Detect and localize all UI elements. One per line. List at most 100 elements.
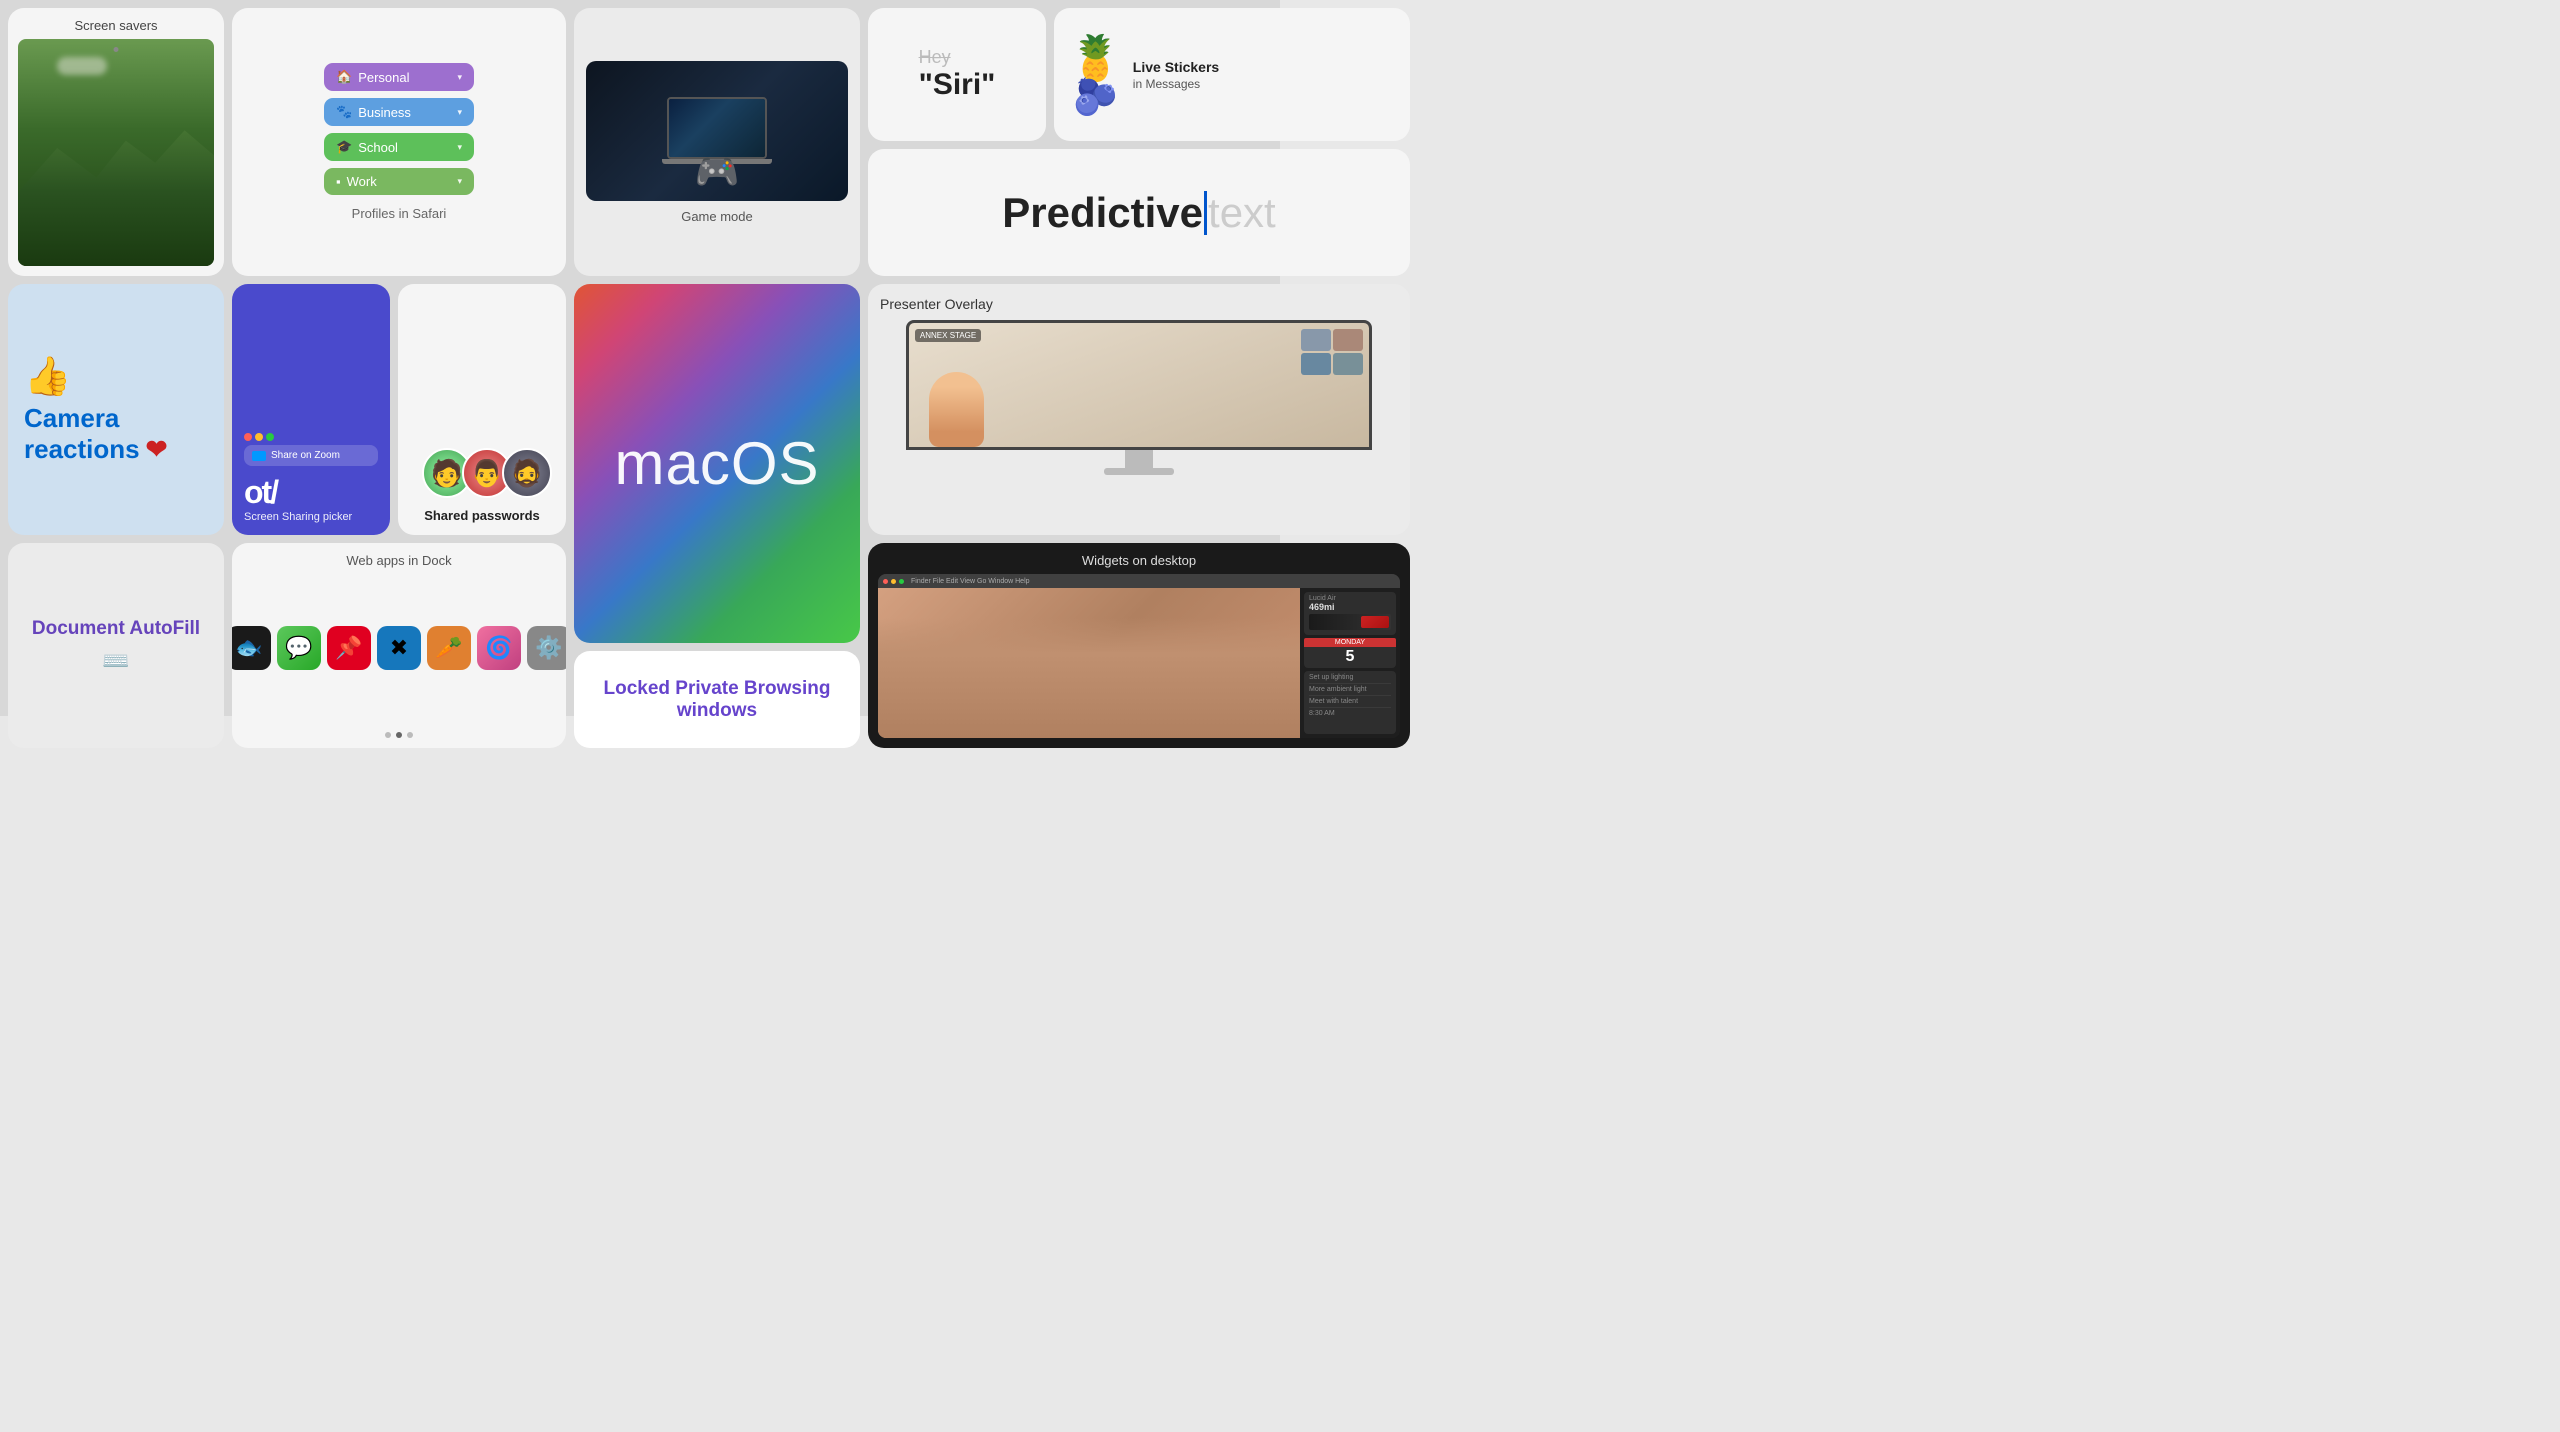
siri-card: Hey "Siri": [868, 8, 1046, 141]
presenter-content: ANNEX STAGE: [909, 323, 1369, 447]
calendar-month: MONDAY: [1304, 638, 1396, 647]
profile-work-btn[interactable]: ▪ Work ▾: [324, 168, 474, 195]
chevron-down-icon: ▾: [457, 72, 462, 83]
stickers-subtitle: in Messages: [1133, 77, 1219, 91]
autofill-icon: ⌨️: [102, 648, 129, 674]
widgets-preview: Finder File Edit View Go Window Help Luc…: [878, 574, 1400, 738]
profile-business-btn[interactable]: 🐾 Business ▾: [324, 98, 474, 126]
video-thumb-4: [1333, 353, 1363, 375]
presenter-overlay-card: Presenter Overlay ANNEX STAGE: [868, 284, 1410, 535]
notes-line1: Set up lighting: [1309, 674, 1391, 681]
chevron-down-icon: ▾: [457, 176, 462, 187]
notes-widget: Set up lighting More ambient light Meet …: [1304, 671, 1396, 734]
video-grid-thumbnails: [1301, 329, 1363, 375]
notes-time: 8:30 AM: [1309, 710, 1391, 717]
widgets-main-content: Lucid Air 469mi MONDAY 5 Set up lighting…: [878, 588, 1400, 738]
profile-personal-btn[interactable]: 🏠 Personal ▾: [324, 63, 474, 91]
profile-personal-label: Personal: [358, 70, 409, 85]
screensavers-card: Screen savers: [8, 8, 224, 276]
car-widget: Lucid Air 469mi: [1304, 592, 1396, 635]
reactions-title-line2: reactions ❤: [24, 434, 167, 465]
zoom-icon: [252, 451, 266, 461]
desktop-photo: [878, 588, 1300, 738]
predictive-card: Predictive text: [868, 149, 1410, 276]
monitor-base: [1104, 468, 1174, 475]
chevron-down-icon: ▾: [457, 142, 462, 153]
pinterest-icon: 📌: [327, 626, 371, 670]
presenter-screen: ANNEX STAGE: [906, 320, 1372, 450]
profile-personal-icon: 🏠: [336, 69, 352, 85]
minimize-button-icon: [891, 579, 896, 584]
close-button-icon: [883, 579, 888, 584]
finder-icon: 🐟: [232, 626, 271, 670]
duck-sticker: 🫐: [1073, 76, 1118, 118]
avatars-row: 🧑 👨 🧔: [422, 448, 542, 498]
car-image: [1361, 616, 1389, 628]
profile-work-label: Work: [347, 174, 377, 189]
widgets-card: Widgets on desktop Finder File Edit View…: [868, 543, 1410, 748]
profile-business-icon: 🐾: [336, 104, 352, 120]
gamepad-icon: 🎮: [695, 151, 740, 193]
video-thumb-2: [1333, 329, 1363, 351]
webapps-label: Web apps in Dock: [346, 553, 451, 568]
carrot-icon: 🥕: [427, 626, 471, 670]
locked-browsing-card: Locked Private Browsing windows: [574, 651, 860, 748]
reactions-title-line1: Camera: [24, 403, 119, 434]
siri-text-wrap: Hey "Siri": [919, 47, 996, 102]
screen-sharing-card: Share on Zoom ot/ Screen Sharing picker: [232, 284, 390, 535]
siri-name-text: "Siri": [919, 68, 996, 102]
gamemode-preview: 🎮: [586, 61, 848, 201]
reactions-card: 👍 Camera reactions ❤: [8, 284, 224, 535]
car-widget-title: Lucid Air: [1309, 595, 1391, 602]
carousel-dots: [385, 732, 413, 738]
photo-person: [878, 618, 1300, 738]
fullscreen-button-icon: [899, 579, 904, 584]
screensavers-title: Screen savers: [74, 18, 157, 33]
heart-icon: ❤: [146, 434, 168, 465]
stickers-card: 🍍 🫐 Live Stickers in Messages: [1054, 8, 1410, 141]
widgets-sidebar: Lucid Air 469mi MONDAY 5 Set up lighting…: [1300, 588, 1400, 738]
sharing-label: Screen Sharing picker: [244, 511, 352, 523]
gamemode-label: Game mode: [681, 209, 753, 224]
gamemode-card: 🎮 Game mode: [574, 8, 860, 276]
locked-browsing-text: Locked Private Browsing windows: [574, 678, 860, 722]
text-cursor: [1204, 191, 1207, 235]
profile-work-icon: ▪: [336, 174, 341, 189]
notes-line3: Meet with talent: [1309, 698, 1391, 705]
video-thumb-1: [1301, 329, 1331, 351]
dot-3: [407, 732, 413, 738]
thumbs-up-icon: 👍: [24, 355, 71, 399]
dot-2-active: [396, 732, 402, 738]
stickers-label-wrap: Live Stickers in Messages: [1133, 59, 1219, 91]
sticker-emojis: 🍍 🫐: [1068, 32, 1123, 118]
messages-icon: 💬: [277, 626, 321, 670]
profiles-card: 🏠 Personal ▾ 🐾 Business ▾ 🎓 School ▾ ▪ W…: [232, 8, 566, 276]
annex-stage-badge: ANNEX STAGE: [915, 329, 981, 342]
profile-school-btn[interactable]: 🎓 School ▾: [324, 133, 474, 161]
dot-1: [385, 732, 391, 738]
predictive-text-display: Predictive text: [1002, 189, 1275, 237]
minimize-dot: [255, 433, 263, 441]
presenter-monitor: ANNEX STAGE: [906, 320, 1372, 523]
screensaver-preview: [18, 39, 214, 266]
siri-hey-text: Hey: [919, 47, 996, 68]
share-on-zoom-text: Share on Zoom: [271, 450, 340, 461]
profile-school-label: School: [358, 140, 398, 155]
macos-hero-card: macOS: [574, 284, 860, 643]
maximize-dot: [266, 433, 274, 441]
close-dot: [244, 433, 252, 441]
calendar-widget: MONDAY 5: [1304, 638, 1396, 668]
monitor-stand: [1125, 450, 1153, 468]
settings-icon: ⚙️: [527, 626, 566, 670]
autofill-text: Document AutoFill: [32, 618, 200, 640]
mango-icon: 🌀: [477, 626, 521, 670]
dock-icons: 🐟 💬 📌 ✖ 🥕 🌀 ⚙️: [232, 626, 566, 670]
share-on-zoom-popup: Share on Zoom: [244, 445, 378, 466]
window-controls: [244, 433, 274, 441]
presenter-overlay-label: Presenter Overlay: [880, 296, 993, 312]
profile-school-icon: 🎓: [336, 139, 352, 155]
macos-label: macOS: [614, 429, 819, 498]
webapps-card: Web apps in Dock 🐟 💬 📌 ✖ 🥕 🌀 ⚙️: [232, 543, 566, 748]
sharing-logo-icon: ot/: [244, 474, 277, 511]
finder-menubar-text: Finder File Edit View Go Window Help: [911, 578, 1030, 585]
